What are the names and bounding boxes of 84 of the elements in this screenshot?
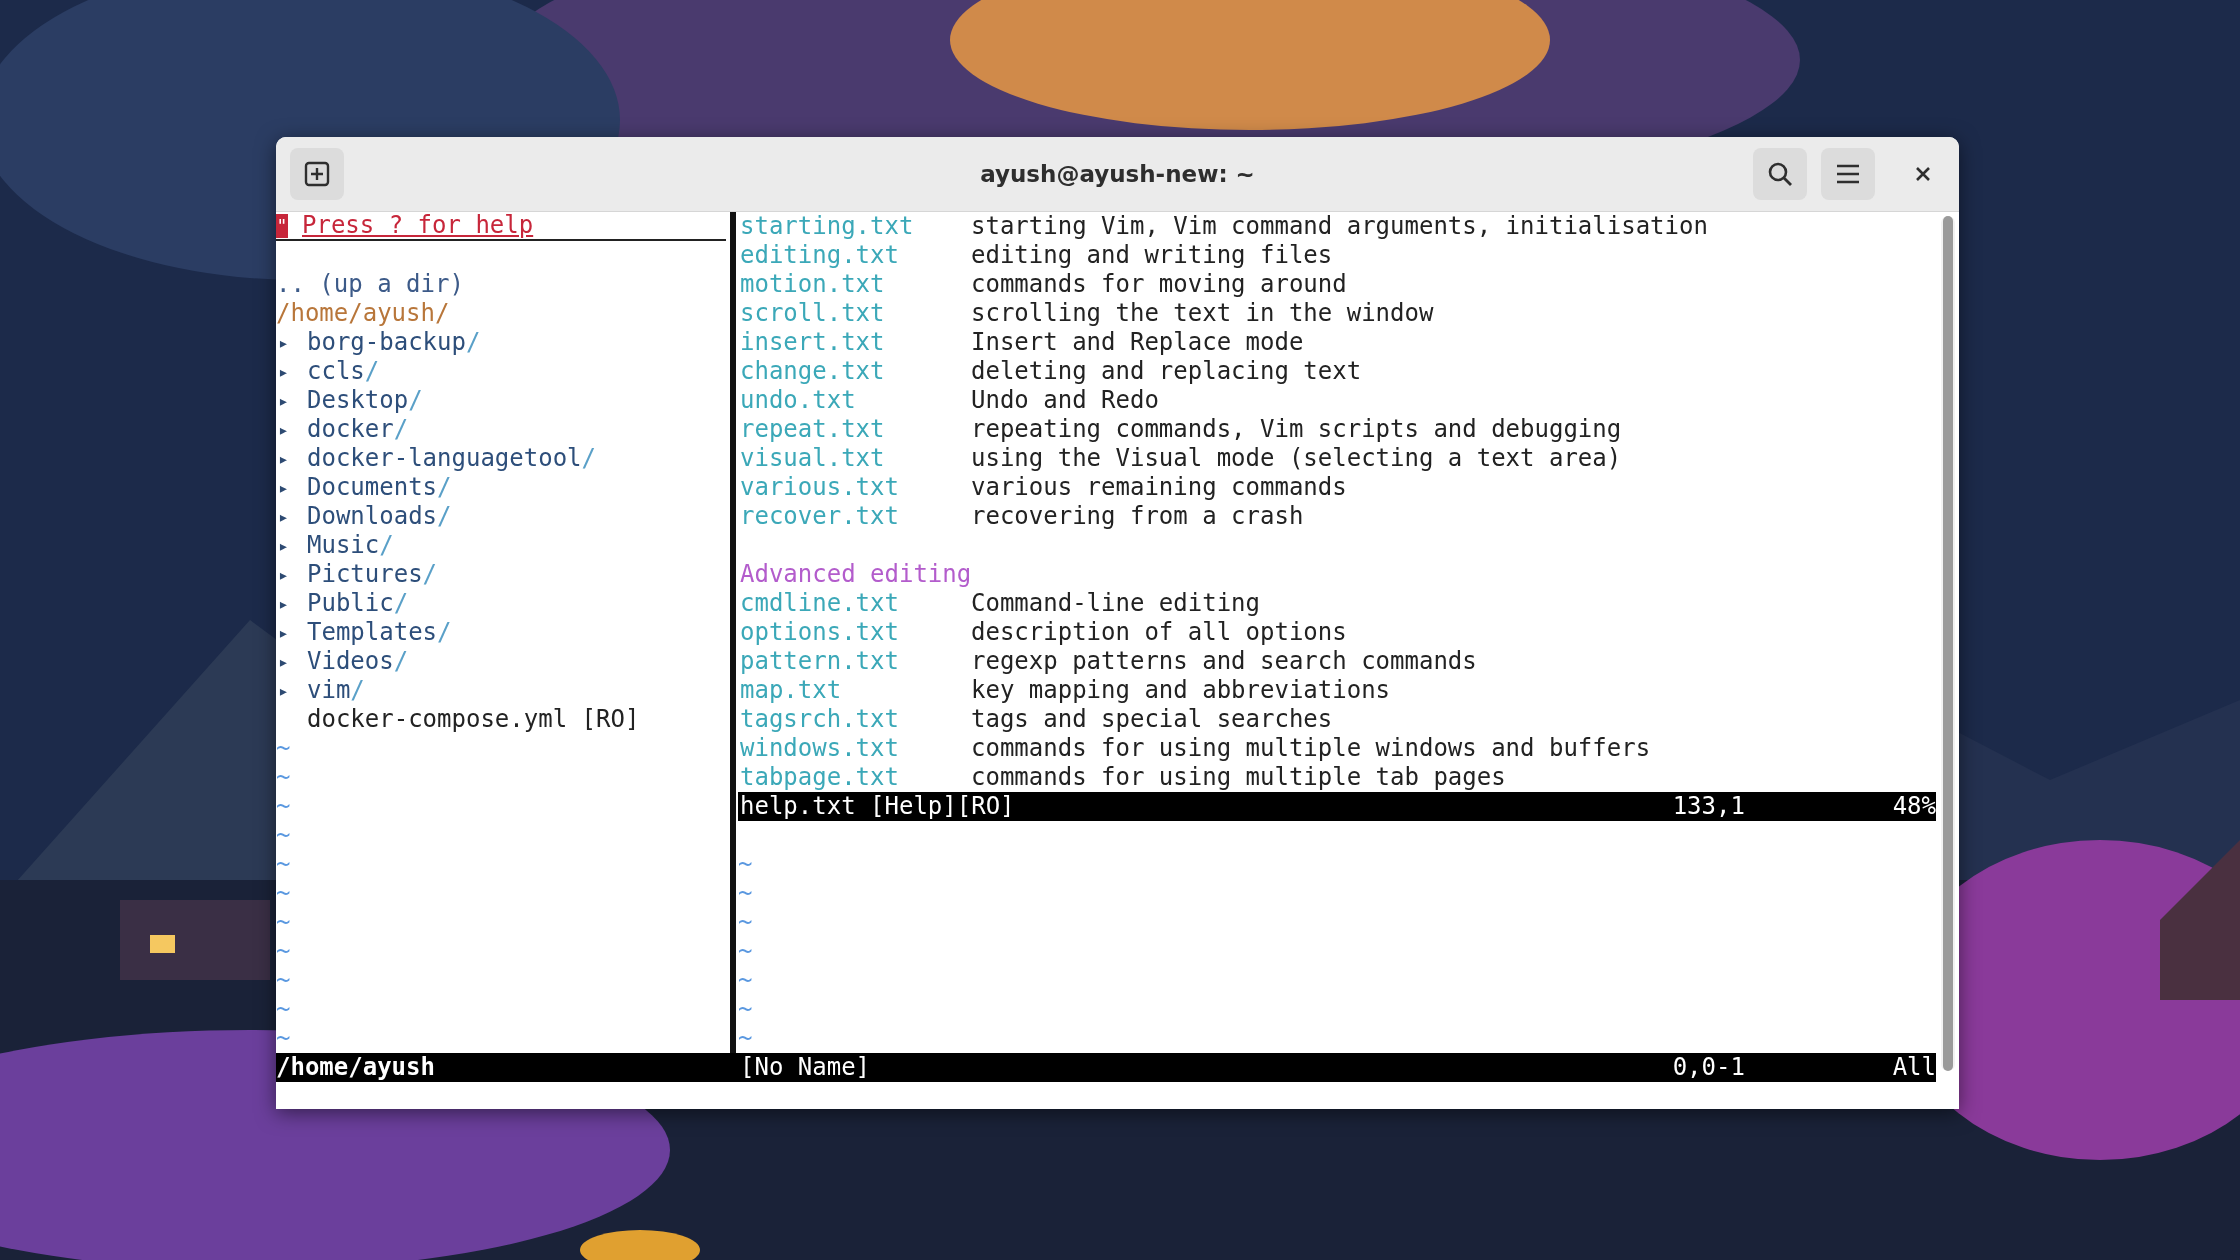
buffer-name: help.txt [Help][RO]	[739, 792, 1016, 821]
cursor-position: 133,1	[1672, 792, 1746, 821]
directory-entry[interactable]: Videos/	[307, 647, 409, 676]
help-description: recovering from a crash	[971, 502, 1304, 531]
help-description: key mapping and abbreviations	[971, 676, 1391, 705]
directory-entry[interactable]: Downloads/	[307, 502, 452, 531]
tree-status: /home/ayush	[276, 1053, 435, 1081]
empty-line-marker: ~	[276, 763, 291, 792]
empty-line-marker: ~	[276, 734, 291, 763]
collapsed-marker[interactable]: ▸	[276, 386, 307, 415]
new-tab-icon	[304, 161, 330, 187]
help-description: commands for moving around	[971, 270, 1347, 299]
collapsed-marker[interactable]: ▸	[276, 415, 307, 444]
help-description: scrolling the text in the window	[971, 299, 1434, 328]
help-description: starting Vim, Vim command arguments, initialisation	[971, 212, 1708, 241]
help-description: repeating commands, Vim scripts and debugging	[971, 415, 1622, 444]
search-button[interactable]	[1753, 148, 1807, 200]
help-description: editing and writing files	[971, 241, 1333, 270]
help-description: using the Visual mode (selecting a text area)	[971, 444, 1622, 473]
search-icon	[1767, 161, 1793, 187]
directory-entry[interactable]: Templates/	[307, 618, 452, 647]
scrollbar[interactable]	[1941, 216, 1955, 1071]
menu-icon	[1835, 163, 1861, 185]
empty-line-marker: ~	[276, 937, 291, 966]
close-icon	[1915, 166, 1931, 182]
collapsed-marker[interactable]: ▸	[276, 357, 307, 386]
help-description: deleting and replacing text	[971, 357, 1362, 386]
empty-line-marker: ~	[738, 879, 753, 908]
directory-entry[interactable]: vim/	[307, 676, 365, 705]
cursor-position: 0,0-1	[1672, 1053, 1746, 1082]
collapsed-marker[interactable]: ▸	[276, 647, 307, 676]
directory-entry[interactable]: Music/	[307, 531, 394, 560]
empty-line-marker: ~	[738, 966, 753, 995]
help-description: Insert and Replace mode	[971, 328, 1304, 357]
current-path: /home/ayush/	[276, 299, 450, 328]
empty-line-marker: ~	[276, 821, 291, 850]
collapsed-marker[interactable]: ▸	[276, 676, 307, 705]
directory-entry[interactable]: Documents/	[307, 473, 452, 502]
window-title: ayush@ayush-new: ~	[980, 161, 1255, 187]
directory-entry[interactable]: Pictures/	[307, 560, 438, 589]
empty-line-marker: ~	[276, 1024, 291, 1053]
empty-line-marker: ~	[276, 908, 291, 937]
empty-line-marker: ~	[276, 792, 291, 821]
collapsed-marker[interactable]: ▸	[276, 328, 307, 357]
bookmark-marker: "	[276, 213, 288, 238]
collapsed-marker[interactable]: ▸	[276, 560, 307, 589]
empty-line-marker: ~	[738, 937, 753, 966]
empty-line-marker: ~	[738, 908, 753, 937]
menu-button[interactable]	[1821, 148, 1875, 200]
directory-entry[interactable]: borg-backup/	[307, 328, 481, 357]
scroll-percent: All	[1892, 1053, 1936, 1082]
scroll-percent: 48%	[1892, 792, 1936, 821]
section-heading: Advanced editing	[739, 560, 972, 589]
empty-line-marker: ~	[276, 995, 291, 1024]
directory-entry[interactable]: docker-languagetool/	[307, 444, 596, 473]
help-description: various remaining commands	[971, 473, 1347, 502]
directory-entry[interactable]: Desktop/	[307, 386, 423, 415]
empty-line-marker: ~	[276, 850, 291, 879]
directory-entry[interactable]: ccls/	[307, 357, 380, 386]
collapsed-marker[interactable]: ▸	[276, 531, 307, 560]
up-dir-link[interactable]: .. (up a dir)	[276, 270, 464, 299]
help-hint: Press ? for help	[302, 211, 534, 240]
collapsed-marker[interactable]: ▸	[276, 502, 307, 531]
empty-line-marker: ~	[276, 966, 291, 995]
collapsed-marker[interactable]: ▸	[276, 589, 307, 618]
collapsed-marker[interactable]: ▸	[276, 444, 307, 473]
empty-line-marker: ~	[738, 1024, 753, 1053]
collapsed-marker[interactable]: ▸	[276, 618, 307, 647]
help-description: commands for using multiple windows and buffers	[971, 734, 1651, 763]
collapsed-marker[interactable]: ▸	[276, 473, 307, 502]
directory-entry[interactable]: Public/	[307, 589, 409, 618]
empty-line-marker: ~	[738, 850, 753, 879]
empty-line-marker: ~	[738, 995, 753, 1024]
buffer-name: [No Name]	[739, 1053, 872, 1082]
help-description: commands for using multiple tab pages	[971, 763, 1506, 792]
new-tab-button[interactable]	[290, 148, 344, 200]
help-description: regexp patterns and search commands	[971, 647, 1477, 676]
empty-line-marker: ~	[276, 879, 291, 908]
help-description: Undo and Redo	[971, 386, 1159, 415]
directory-entry[interactable]: docker/	[307, 415, 409, 444]
help-description: description of all options	[971, 618, 1347, 647]
help-description: tags and special searches	[971, 705, 1333, 734]
help-description: Command-line editing	[971, 589, 1260, 618]
file-entry[interactable]: docker-compose.yml [RO]	[307, 705, 640, 734]
